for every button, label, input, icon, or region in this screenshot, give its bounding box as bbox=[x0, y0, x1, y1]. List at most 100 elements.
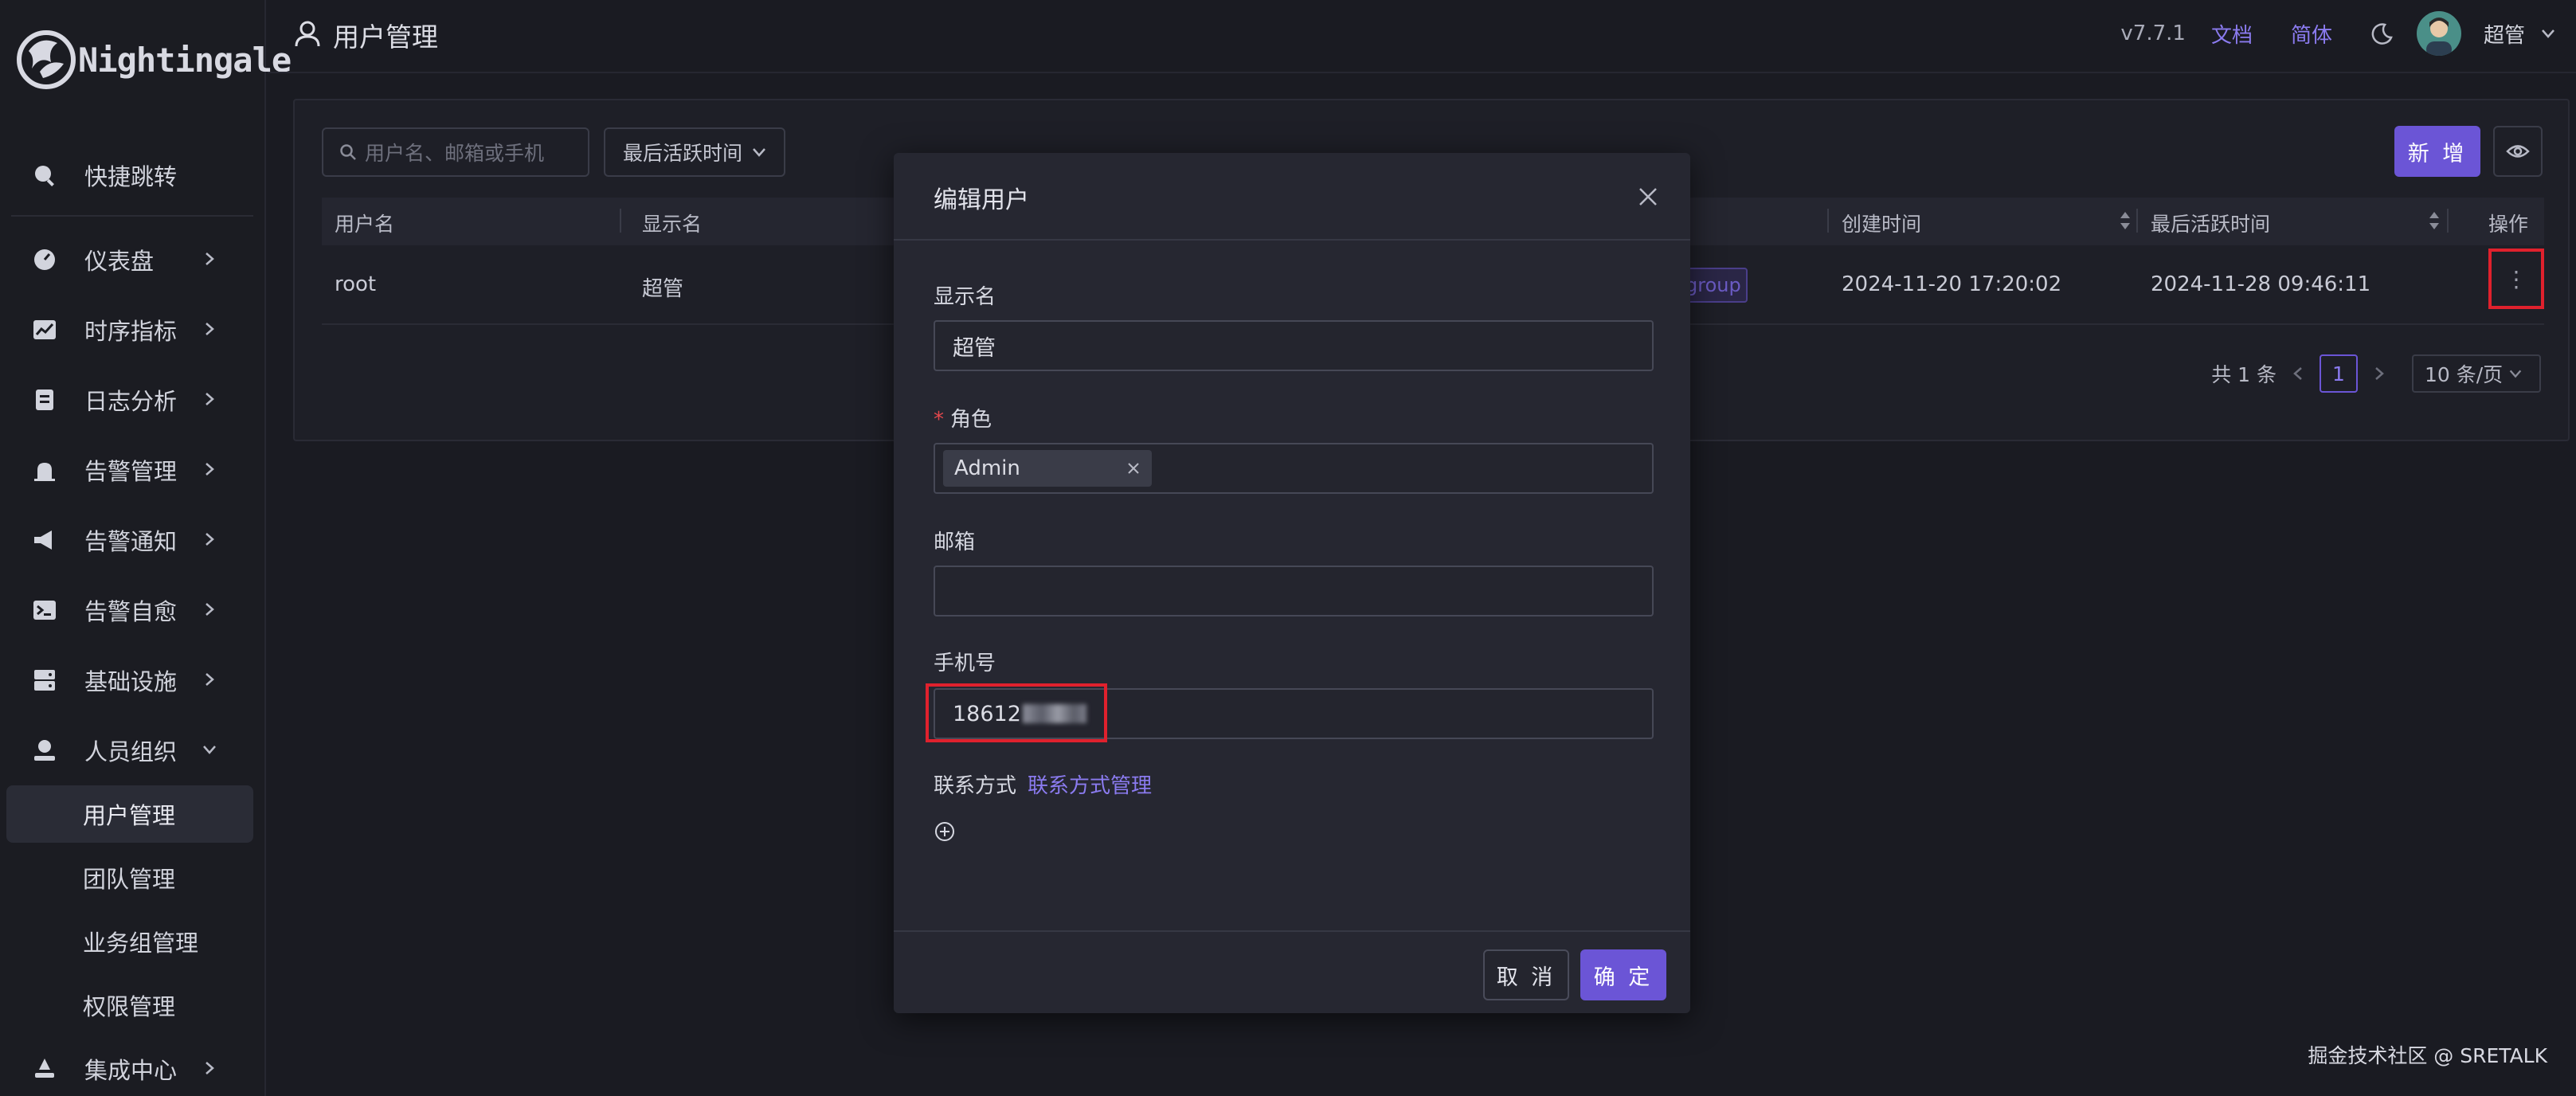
column-header-actions: 操作 bbox=[2488, 213, 2529, 236]
page-size-select[interactable]: 10 条/页 bbox=[2412, 354, 2541, 393]
log-icon bbox=[30, 386, 59, 414]
close-icon[interactable] bbox=[1636, 185, 1660, 209]
sidebar-item-permission[interactable]: 权限管理 bbox=[6, 977, 253, 1034]
sort-icon[interactable] bbox=[2119, 207, 2132, 234]
avatar[interactable] bbox=[2416, 11, 2461, 56]
cell-username: root bbox=[335, 272, 377, 296]
required-mark: * bbox=[934, 408, 944, 432]
chevron-right-icon bbox=[206, 603, 214, 616]
column-header-username: 用户名 bbox=[335, 213, 395, 236]
logo[interactable]: Nightingale bbox=[16, 27, 292, 92]
role-chip-label: Admin bbox=[954, 456, 1020, 480]
sidebar-item-integration[interactable]: 集成中心 bbox=[6, 1040, 253, 1096]
watermark: 掘金技术社区 @ SRETALK bbox=[2308, 1044, 2547, 1067]
role-select[interactable]: Admin bbox=[934, 443, 1654, 494]
close-icon[interactable] bbox=[1126, 461, 1141, 476]
pagination: 共 1 条 1 10 条/页 bbox=[2211, 354, 2541, 393]
sidebar-item-label: 告警自愈 bbox=[84, 598, 178, 625]
chevron-right-icon bbox=[206, 252, 214, 265]
column-header-created[interactable]: 创建时间 bbox=[1842, 209, 1921, 237]
column-divider bbox=[1827, 209, 1829, 233]
page-title: 用户管理 bbox=[333, 22, 438, 53]
chevron-down-icon bbox=[2509, 370, 2522, 378]
sidebar-item-alert-notify[interactable]: 告警通知 bbox=[6, 511, 253, 569]
sort-icon[interactable] bbox=[2428, 207, 2441, 234]
alarm-icon bbox=[30, 456, 59, 484]
avatar-person-icon bbox=[2425, 18, 2452, 56]
contact-label-text: 联系方式 bbox=[934, 774, 1017, 798]
sidebar-item-label: 告警通知 bbox=[84, 528, 178, 555]
sidebar-item-label: 人员组织 bbox=[84, 738, 178, 765]
username[interactable]: 超管 bbox=[2484, 19, 2525, 49]
add-contact-icon[interactable] bbox=[934, 820, 956, 843]
page-size-value: 10 条/页 bbox=[2425, 363, 2504, 386]
confirm-button[interactable]: 确 定 bbox=[1580, 949, 1666, 1000]
search-icon bbox=[340, 144, 356, 160]
sidebar-item-metrics[interactable]: 时序指标 bbox=[6, 301, 253, 358]
eye-icon bbox=[2506, 145, 2530, 158]
page-number-button[interactable]: 1 bbox=[2320, 354, 2358, 393]
column-divider bbox=[2136, 209, 2138, 233]
chevron-right-icon bbox=[206, 1062, 214, 1074]
sidebar-item-label: 用户管理 bbox=[83, 802, 176, 829]
column-divider bbox=[620, 209, 621, 233]
sidebar-item-people-org[interactable]: 人员组织 bbox=[6, 722, 253, 779]
sidebar-item-label: 集成中心 bbox=[84, 1057, 178, 1084]
email-field[interactable] bbox=[934, 566, 1654, 616]
sidebar-item-label: 快捷跳转 bbox=[84, 163, 178, 190]
user-outline-icon bbox=[295, 21, 320, 47]
header: 用户管理 v7.7.1 文档 简体 超管 bbox=[268, 0, 2576, 73]
email-label: 邮箱 bbox=[934, 530, 976, 554]
chevron-right-icon bbox=[206, 323, 214, 335]
chevron-left-icon[interactable] bbox=[2289, 365, 2307, 382]
role-label-text: 角色 bbox=[950, 408, 992, 432]
terminal-icon bbox=[30, 596, 59, 624]
chevron-right-icon bbox=[206, 533, 214, 546]
search-input[interactable]: 用户名、邮箱或手机 bbox=[322, 127, 589, 177]
language-switch[interactable]: 简体 bbox=[2291, 19, 2332, 49]
display-name-label: 显示名 bbox=[934, 285, 996, 309]
sidebar-item-dashboard[interactable]: 仪表盘 bbox=[6, 231, 253, 288]
modal-title: 编辑用户 bbox=[934, 186, 1029, 214]
sidebar-item-label: 仪表盘 bbox=[84, 248, 155, 275]
cancel-button[interactable]: 取 消 bbox=[1483, 949, 1569, 1000]
user-icon bbox=[30, 736, 59, 765]
sidebar-item-team-management[interactable]: 团队管理 bbox=[6, 849, 253, 906]
add-user-button[interactable]: 新 增 bbox=[2394, 126, 2480, 177]
version-label: v7.7.1 bbox=[2120, 22, 2186, 45]
docs-link[interactable]: 文档 bbox=[2211, 19, 2253, 49]
chevron-down-icon[interactable] bbox=[2539, 25, 2557, 42]
dashboard-icon bbox=[30, 245, 59, 274]
column-header-last-active[interactable]: 最后活跃时间 bbox=[2151, 209, 2270, 237]
search-icon bbox=[30, 161, 59, 190]
sidebar-item-user-management[interactable]: 用户管理 bbox=[6, 785, 253, 843]
sidebar-item-alert-management[interactable]: 告警管理 bbox=[6, 441, 253, 499]
sidebar-divider bbox=[11, 215, 253, 217]
display-name-field[interactable]: 超管 bbox=[934, 320, 1654, 371]
chevron-right-icon bbox=[206, 673, 214, 686]
chevron-right-icon bbox=[206, 463, 214, 476]
moon-icon[interactable] bbox=[2370, 22, 2394, 45]
row-more-button[interactable]: ⋮ bbox=[2488, 249, 2544, 309]
sidebar-item-label: 基础设施 bbox=[84, 668, 178, 695]
sidebar-item-logs[interactable]: 日志分析 bbox=[6, 371, 253, 429]
display-name-value: 超管 bbox=[953, 335, 996, 361]
integration-icon bbox=[30, 1055, 59, 1083]
logo-text: Nightingale bbox=[78, 40, 292, 80]
cell-nickname: 超管 bbox=[642, 277, 684, 301]
header-actions: v7.7.1 文档 简体 超管 bbox=[2120, 0, 2576, 67]
sidebar-item-infrastructure[interactable]: 基础设施 bbox=[6, 652, 253, 709]
chevron-right-icon[interactable] bbox=[2370, 365, 2388, 382]
cell-created: 2024-11-20 17:20:02 bbox=[1842, 272, 2062, 296]
sidebar-item-label: 告警管理 bbox=[84, 458, 178, 485]
sidebar-item-label: 业务组管理 bbox=[83, 930, 199, 957]
cell-last-active: 2024-11-28 09:46:11 bbox=[2151, 272, 2371, 296]
sidebar-item-quick-jump[interactable]: 快捷跳转 bbox=[6, 147, 253, 204]
sidebar-item-business-group[interactable]: 业务组管理 bbox=[6, 913, 253, 970]
sort-select[interactable]: 最后活跃时间 bbox=[604, 127, 785, 177]
modal-footer: 取 消 确 定 bbox=[894, 930, 1690, 1013]
column-visibility-button[interactable] bbox=[2493, 126, 2543, 177]
sidebar-item-self-healing[interactable]: 告警自愈 bbox=[6, 581, 253, 639]
contact-management-link[interactable]: 联系方式管理 bbox=[1028, 774, 1152, 798]
chevron-right-icon bbox=[206, 393, 214, 405]
